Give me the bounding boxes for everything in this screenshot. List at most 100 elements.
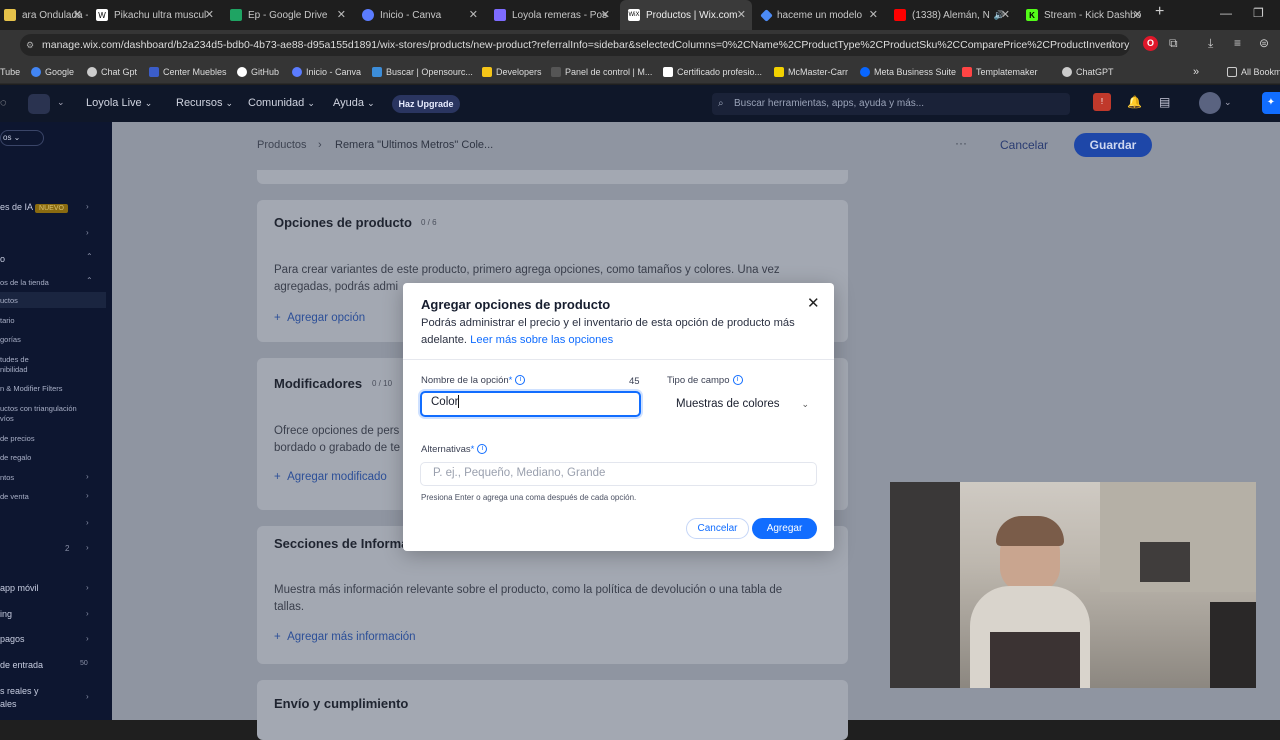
browser-tab[interactable]: K Stream - Kick Dashbo ✕	[1016, 0, 1148, 30]
bookmark-item[interactable]: GitHub	[237, 65, 279, 79]
browser-tab[interactable]: Inicio - Canva ✕	[352, 0, 484, 30]
info-icon[interactable]: i	[515, 375, 526, 386]
bookmark-item[interactable]: Templatemaker	[962, 65, 1038, 79]
sidebar-item-inventory[interactable]: tario	[0, 316, 15, 325]
add-info-button[interactable]: + Agregar más información	[274, 631, 416, 643]
close-icon[interactable]: ✕	[1133, 8, 1142, 21]
sidebar-dropdown[interactable]: os ⌄	[0, 130, 44, 146]
close-icon[interactable]: ✕	[205, 8, 214, 21]
browser-tab-active[interactable]: WiX Productos | Wix.com ✕	[620, 0, 752, 30]
opera-icon[interactable]: O	[1143, 36, 1158, 51]
more-actions-icon[interactable]: ···	[950, 137, 972, 153]
close-icon[interactable]: ✕	[601, 8, 610, 21]
notifications-alert-icon[interactable]: !	[1093, 93, 1111, 111]
inbox-icon[interactable]: ▤	[1159, 95, 1170, 109]
sidebar-item-ntos[interactable]: ntos	[0, 473, 14, 482]
sidebar-item-marketing[interactable]: ing	[0, 609, 12, 619]
sidebar-item-mobile-app[interactable]: app móvil	[0, 583, 39, 593]
minimize-icon[interactable]: —	[1220, 6, 1232, 20]
site-info-icon[interactable]: ⚙	[26, 34, 34, 56]
modal-cancel-button[interactable]: Cancelar	[686, 518, 749, 539]
avatar[interactable]	[1199, 92, 1221, 114]
learn-more-link[interactable]: Leer más sobre las opciones	[470, 334, 613, 346]
bookmark-item[interactable]: Certificado profesio...	[663, 65, 762, 79]
close-icon[interactable]: ✕	[469, 8, 478, 21]
browser-tab[interactable]: haceme un modelo ✕	[752, 0, 884, 30]
chevron-right-icon: ›	[86, 543, 89, 552]
restore-icon[interactable]: ❐	[1253, 6, 1264, 20]
save-button[interactable]: Guardar	[1074, 133, 1152, 157]
menu-icon[interactable]: ◌	[0, 97, 7, 109]
sidebar-item-inbox[interactable]: de entrada 50	[0, 660, 88, 670]
chevron-down-icon[interactable]: ⌄	[57, 97, 65, 108]
all-bookmarks[interactable]: All Bookm	[1227, 65, 1280, 79]
sidebar-item-availability[interactable]: tudes de	[0, 355, 29, 364]
bookmark-star-icon[interactable]: ☆	[1106, 37, 1117, 51]
browser-tab[interactable]: ara Ondulada - ✕	[0, 0, 88, 30]
alternatives-input[interactable]: P. ej., Pequeño, Mediano, Grande	[420, 462, 817, 486]
profile-icon[interactable]: ⊜	[1259, 36, 1269, 50]
close-icon[interactable]: ✕	[73, 8, 82, 21]
text-caret	[458, 395, 460, 409]
close-icon[interactable]: ✕	[807, 294, 820, 312]
info-icon[interactable]: i	[732, 375, 743, 386]
bookmark-item[interactable]: McMaster-Carr	[774, 65, 848, 79]
option-name-input[interactable]: Color	[420, 391, 641, 417]
sidebar-item-gift[interactable]: de regalo	[0, 453, 31, 462]
browser-tab[interactable]: Loyola remeras - Pos ✕	[484, 0, 616, 30]
sidebar-item-ai[interactable]: es de IA NUEVO	[0, 202, 68, 213]
ai-assistant-icon[interactable]: ✦	[1262, 92, 1280, 114]
extensions-icon[interactable]: ⧉	[1169, 36, 1178, 51]
bookmark-item[interactable]: Google	[31, 65, 74, 79]
add-option-button[interactable]: + Agregar opción	[274, 312, 365, 324]
close-icon[interactable]: ✕	[737, 8, 746, 21]
add-modifier-button[interactable]: + Agregar modificado	[274, 471, 387, 483]
bookmark-item[interactable]: Meta Business Suite	[860, 65, 956, 79]
bookmark-item[interactable]: Buscar | Opensourc...	[372, 65, 473, 79]
download-icon[interactable]: ⤓	[1208, 36, 1213, 51]
close-icon[interactable]: ✕	[869, 8, 878, 21]
browser-tab[interactable]: Ep - Google Drive ✕	[220, 0, 352, 30]
sidebar-item-store[interactable]: os de la tienda	[0, 278, 49, 287]
sidebar-item-categories[interactable]: gorías	[0, 335, 21, 344]
chevron-down-icon[interactable]: ⌄	[1224, 97, 1232, 108]
sidebar-item-filters[interactable]: n & Modifier Filters	[0, 384, 63, 393]
address-bar[interactable]: ⚙ manage.wix.com/dashboard/b2a234d5-bdb0-…	[20, 34, 1130, 56]
modal-add-button[interactable]: Agregar	[752, 518, 817, 539]
site-logo[interactable]	[28, 94, 50, 114]
sidebar-item-products[interactable]: uctos	[0, 296, 18, 305]
bookmark-item[interactable]: Chat Gpt	[87, 65, 137, 79]
field-type-select[interactable]: Muestras de colores ⌄	[667, 392, 817, 416]
browser-tab[interactable]: W Pikachu ultra muscul ✕	[88, 0, 220, 30]
sidebar-item-realtime[interactable]: s reales y	[0, 686, 39, 696]
bookmark-item[interactable]: Inicio - Canva	[292, 65, 361, 79]
more-bookmarks-icon[interactable]: »	[1193, 65, 1199, 79]
bell-icon[interactable]: 🔔	[1127, 95, 1142, 109]
breadcrumb-root[interactable]: Productos	[257, 139, 307, 151]
close-icon[interactable]: ✕	[1001, 8, 1010, 21]
bookmark-item[interactable]: Center Muebles	[149, 65, 227, 79]
youtube-icon	[894, 9, 906, 21]
sidebar-item-prices[interactable]: de precios	[0, 434, 35, 443]
sidebar-item-dropship[interactable]: uctos con triangulación	[0, 404, 77, 413]
info-icon[interactable]: i	[477, 444, 488, 455]
new-tab-button[interactable]: +	[1155, 3, 1164, 21]
upgrade-button[interactable]: Haz Upgrade	[392, 95, 460, 113]
browser-tab[interactable]: (1338) Alemán, N 🔊 ✕	[884, 0, 1016, 30]
card-description: Ofrece opciones de pers bordado o grabad…	[274, 425, 400, 454]
nav-resources[interactable]: Recursos ⌄	[176, 97, 233, 109]
site-selector[interactable]: Loyola Live ⌄	[86, 97, 152, 109]
close-icon[interactable]: ✕	[337, 8, 346, 21]
menu-icon[interactable]: ≡	[1234, 36, 1241, 50]
nav-community[interactable]: Comunidad ⌄	[248, 97, 315, 109]
bookmark-item[interactable]: Panel de control | M...	[551, 65, 652, 79]
bookmark-item[interactable]: ChatGPT	[1062, 65, 1114, 79]
sidebar-item-payments[interactable]: pagos	[0, 634, 25, 644]
search-input[interactable]: ⌕ Buscar herramientas, apps, ayuda y más.…	[712, 93, 1070, 115]
cancel-button[interactable]: Cancelar	[988, 133, 1060, 157]
bookmark-item[interactable]: Developers	[482, 65, 542, 79]
nav-help[interactable]: Ayuda ⌄	[333, 97, 375, 109]
bookmark-item[interactable]: Tube	[0, 65, 20, 79]
sidebar-item-sales[interactable]: de venta	[0, 492, 29, 501]
sidebar-item-o[interactable]: o	[0, 254, 5, 264]
